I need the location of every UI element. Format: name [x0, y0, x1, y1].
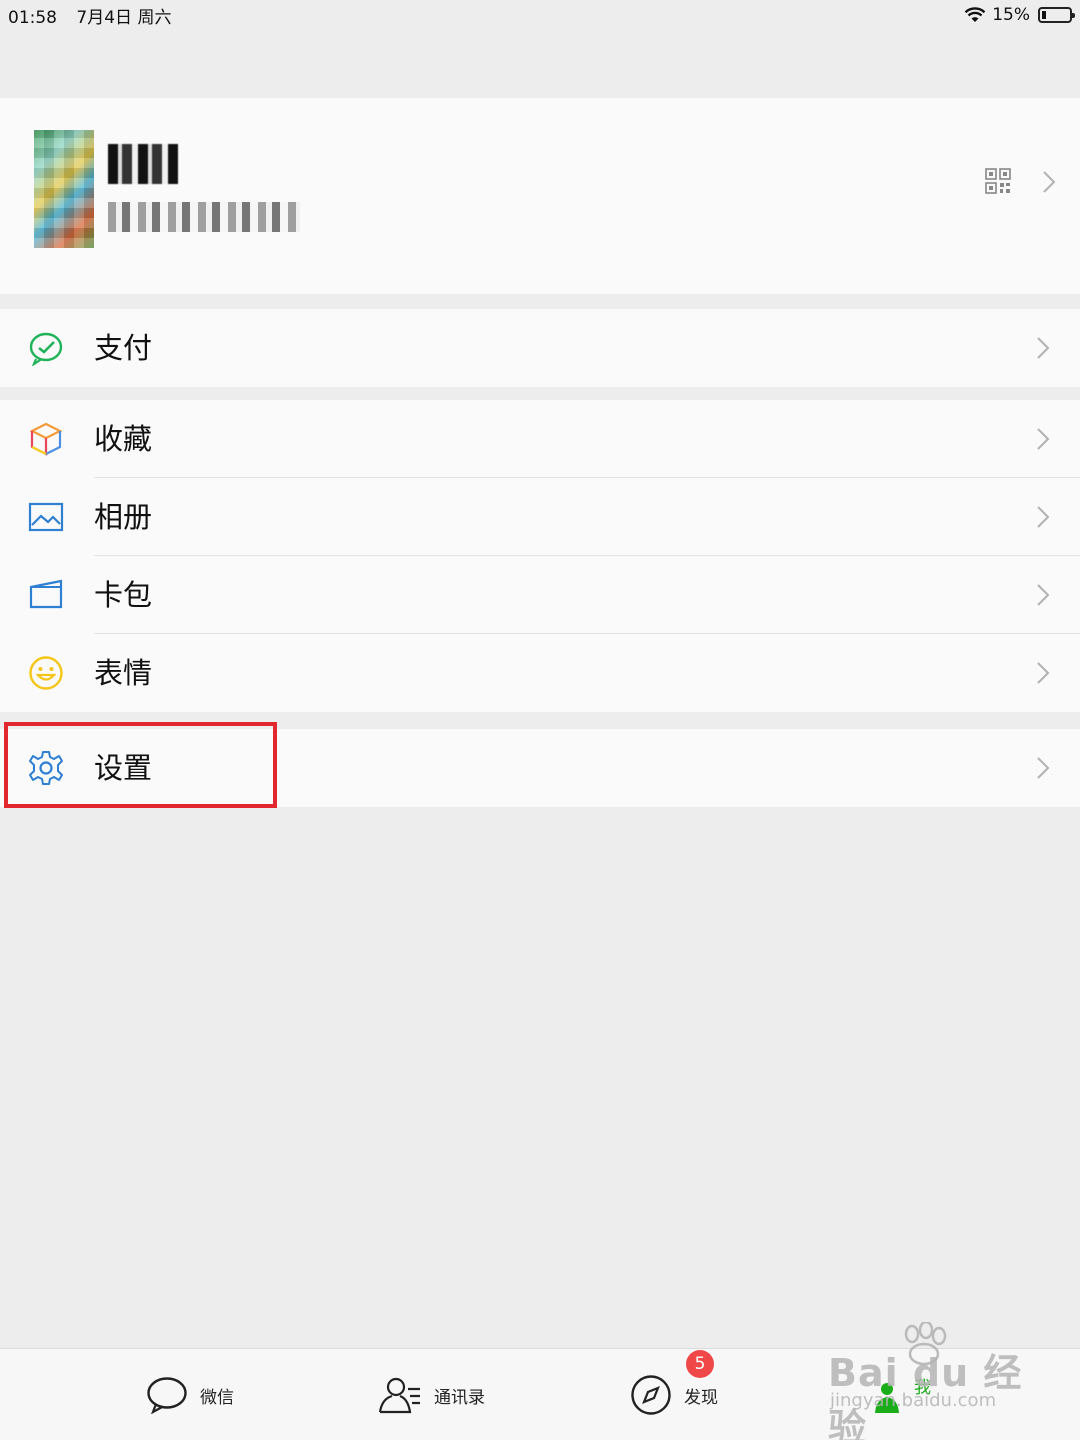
card-wallet-icon — [29, 579, 63, 609]
picture-icon — [28, 502, 64, 532]
contacts-icon — [378, 1377, 420, 1414]
menu-item-favorites[interactable]: 收藏 — [0, 400, 1080, 478]
tab-label-chats: 微信 — [200, 1387, 234, 1408]
wifi-icon — [964, 7, 986, 22]
chat-bubble-icon — [147, 1377, 187, 1414]
chevron-right-icon — [1037, 506, 1050, 528]
tab-label-discover: 发现 — [684, 1387, 718, 1408]
status-time: 01:58 — [8, 7, 57, 28]
profile-card[interactable] — [0, 98, 1080, 294]
pay-icon — [29, 332, 63, 366]
menu-item-stickers[interactable]: 表情 — [0, 634, 1080, 712]
chevron-right-icon — [1037, 662, 1050, 684]
status-date: 7月4日 周六 — [76, 7, 172, 28]
menu-label-pay: 支付 — [94, 331, 153, 365]
menu-group-pay: 支付 — [0, 309, 1080, 387]
nickname-redacted — [108, 144, 178, 184]
smiley-icon — [29, 656, 63, 690]
menu-label-favorites: 收藏 — [94, 422, 153, 456]
chevron-right-icon — [1037, 337, 1050, 359]
chevron-right-icon — [1043, 171, 1056, 193]
cube-icon — [29, 422, 63, 456]
menu-item-pay[interactable]: 支付 — [0, 309, 1080, 387]
menu-item-cards[interactable]: 卡包 — [0, 556, 1080, 634]
menu-label-stickers: 表情 — [94, 656, 153, 690]
compass-icon — [631, 1375, 671, 1415]
chevron-right-icon — [1037, 584, 1050, 606]
battery-percent: 15% — [992, 5, 1030, 25]
tab-chats[interactable]: 微信 — [146, 1349, 234, 1440]
watermark-url: jingyan.baidu.com — [830, 1390, 997, 1411]
chevron-right-icon — [1037, 757, 1050, 779]
qr-code-icon[interactable] — [985, 168, 1011, 194]
status-bar-right: 15% — [964, 5, 1075, 25]
status-bar: 01:58 7月4日 周六 15% — [0, 0, 1080, 30]
tab-label-contacts: 通讯录 — [434, 1387, 485, 1408]
baidu-watermark: Bai du 经验 jingyan.baidu.com — [828, 1322, 1028, 1440]
menu-item-album[interactable]: 相册 — [0, 478, 1080, 556]
status-bar-left: 01:58 7月4日 周六 — [8, 3, 185, 28]
discover-badge: 5 — [686, 1350, 714, 1378]
battery-icon — [1038, 7, 1075, 23]
wechat-id-redacted — [108, 202, 300, 232]
chevron-right-icon — [1037, 428, 1050, 450]
menu-group-main: 收藏 相册 卡包 表情 — [0, 400, 1080, 712]
menu-label-album: 相册 — [94, 500, 153, 534]
tab-contacts[interactable]: 通讯录 — [378, 1349, 485, 1440]
menu-label-cards: 卡包 — [94, 578, 153, 612]
avatar[interactable] — [34, 130, 94, 248]
settings-highlight-box — [4, 722, 277, 808]
